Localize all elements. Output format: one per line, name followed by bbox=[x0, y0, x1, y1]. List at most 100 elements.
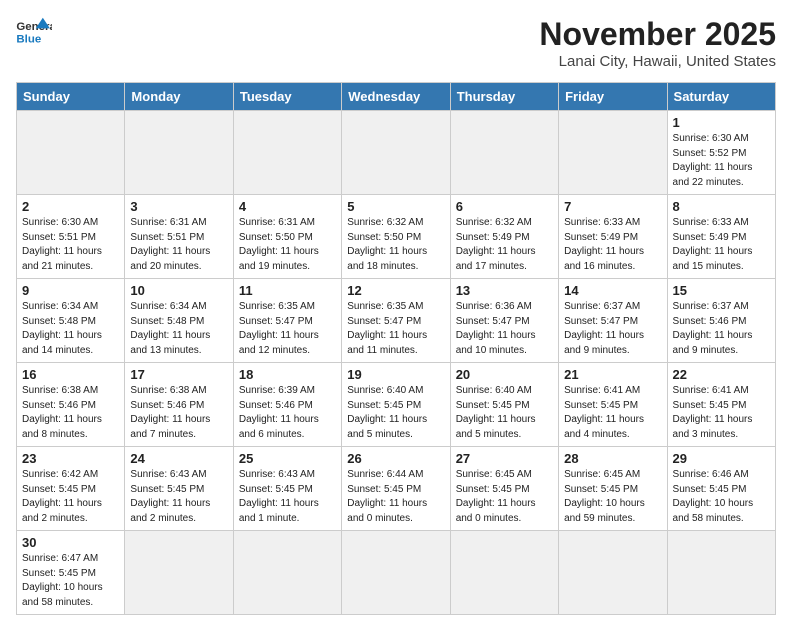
day-cell: 8Sunrise: 6:33 AM Sunset: 5:49 PM Daylig… bbox=[667, 195, 775, 279]
day-number: 2 bbox=[22, 199, 119, 214]
day-number: 3 bbox=[130, 199, 227, 214]
day-number: 21 bbox=[564, 367, 661, 382]
weekday-header-monday: Monday bbox=[125, 83, 233, 111]
day-number: 5 bbox=[347, 199, 444, 214]
day-cell: 29Sunrise: 6:46 AM Sunset: 5:45 PM Dayli… bbox=[667, 447, 775, 531]
day-cell: 2 Sunrise: 6:30 AM Sunset: 5:51 PM Daylig… bbox=[17, 195, 125, 279]
page-header: General Blue November 2025 Lanai City, H… bbox=[16, 16, 776, 70]
day-number: 26 bbox=[347, 451, 444, 466]
day-cell: 17Sunrise: 6:38 AM Sunset: 5:46 PM Dayli… bbox=[125, 363, 233, 447]
day-info: Sunrise: 6:32 AM Sunset: 5:49 PM Dayligh… bbox=[456, 216, 553, 274]
day-info: Sunrise: 6:34 AM Sunset: 5:48 PM Dayligh… bbox=[130, 300, 227, 358]
logo: General Blue bbox=[16, 16, 52, 46]
day-cell: 20 Sunrise: 6:40 AM Sunset: 5:45 PM Dayli… bbox=[450, 363, 558, 447]
day-number: 19 bbox=[347, 367, 444, 382]
day-cell: 11 Sunrise: 6:35 AM Sunset: 5:47 PM Dayli… bbox=[233, 279, 341, 363]
day-cell: 15 Sunrise: 6:37 AM Sunset: 5:46 PM Dayli… bbox=[667, 279, 775, 363]
day-info: Sunrise: 6:37 AM Sunset: 5:46 PM Dayligh… bbox=[673, 300, 770, 358]
day-info: Sunrise: 6:40 AM Sunset: 5:45 PM Dayligh… bbox=[456, 384, 553, 442]
weekday-header-wednesday: Wednesday bbox=[342, 83, 450, 111]
calendar-table: SundayMondayTuesdayWednesdayThursdayFrid… bbox=[16, 82, 776, 615]
logo-icon: General Blue bbox=[16, 16, 52, 46]
day-cell bbox=[233, 531, 341, 615]
day-info: Sunrise: 6:30 AM Sunset: 5:51 PM Dayligh… bbox=[22, 216, 119, 274]
day-info: Sunrise: 6:33 AM Sunset: 5:49 PM Dayligh… bbox=[673, 216, 770, 274]
day-cell bbox=[125, 111, 233, 195]
day-cell: 25Sunrise: 6:43 AM Sunset: 5:45 PM Dayli… bbox=[233, 447, 341, 531]
day-info: Sunrise: 6:36 AM Sunset: 5:47 PM Dayligh… bbox=[456, 300, 553, 358]
day-cell: 23Sunrise: 6:42 AM Sunset: 5:45 PM Dayli… bbox=[17, 447, 125, 531]
day-number: 20 bbox=[456, 367, 553, 382]
day-cell: 6 Sunrise: 6:32 AM Sunset: 5:49 PM Daylig… bbox=[450, 195, 558, 279]
day-cell bbox=[125, 531, 233, 615]
week-row-3: 9 Sunrise: 6:34 AM Sunset: 5:48 PM Daylig… bbox=[17, 279, 776, 363]
day-cell: 19 Sunrise: 6:40 AM Sunset: 5:45 PM Dayli… bbox=[342, 363, 450, 447]
weekday-header-friday: Friday bbox=[559, 83, 667, 111]
day-cell bbox=[667, 531, 775, 615]
day-cell: 10 Sunrise: 6:34 AM Sunset: 5:48 PM Dayli… bbox=[125, 279, 233, 363]
day-cell: 18Sunrise: 6:39 AM Sunset: 5:46 PM Dayli… bbox=[233, 363, 341, 447]
day-info: Sunrise: 6:40 AM Sunset: 5:45 PM Dayligh… bbox=[347, 384, 444, 442]
day-cell: 14 Sunrise: 6:37 AM Sunset: 5:47 PM Dayli… bbox=[559, 279, 667, 363]
day-number: 28 bbox=[564, 451, 661, 466]
day-cell: 5Sunrise: 6:32 AM Sunset: 5:50 PM Daylig… bbox=[342, 195, 450, 279]
week-row-5: 23Sunrise: 6:42 AM Sunset: 5:45 PM Dayli… bbox=[17, 447, 776, 531]
day-cell: 16 Sunrise: 6:38 AM Sunset: 5:46 PM Dayli… bbox=[17, 363, 125, 447]
day-number: 6 bbox=[456, 199, 553, 214]
title-block: November 2025 Lanai City, Hawaii, United… bbox=[539, 16, 776, 70]
week-row-2: 2 Sunrise: 6:30 AM Sunset: 5:51 PM Daylig… bbox=[17, 195, 776, 279]
day-cell: 9Sunrise: 6:34 AM Sunset: 5:48 PM Daylig… bbox=[17, 279, 125, 363]
day-info: Sunrise: 6:44 AM Sunset: 5:45 PM Dayligh… bbox=[347, 468, 444, 526]
day-info: Sunrise: 6:35 AM Sunset: 5:47 PM Dayligh… bbox=[239, 300, 336, 358]
day-cell bbox=[17, 111, 125, 195]
day-cell bbox=[450, 111, 558, 195]
day-info: Sunrise: 6:30 AM Sunset: 5:52 PM Dayligh… bbox=[673, 132, 770, 190]
day-cell: 7 Sunrise: 6:33 AM Sunset: 5:49 PM Daylig… bbox=[559, 195, 667, 279]
day-cell: 22 Sunrise: 6:41 AM Sunset: 5:45 PM Dayli… bbox=[667, 363, 775, 447]
day-info: Sunrise: 6:47 AM Sunset: 5:45 PM Dayligh… bbox=[22, 552, 119, 610]
day-number: 12 bbox=[347, 283, 444, 298]
day-number: 9 bbox=[22, 283, 119, 298]
day-number: 11 bbox=[239, 283, 336, 298]
day-cell: 24Sunrise: 6:43 AM Sunset: 5:45 PM Dayli… bbox=[125, 447, 233, 531]
day-number: 24 bbox=[130, 451, 227, 466]
day-number: 16 bbox=[22, 367, 119, 382]
day-number: 10 bbox=[130, 283, 227, 298]
month-title: November 2025 bbox=[539, 16, 776, 53]
day-number: 1 bbox=[673, 115, 770, 130]
day-cell: 26 Sunrise: 6:44 AM Sunset: 5:45 PM Dayli… bbox=[342, 447, 450, 531]
day-cell bbox=[559, 111, 667, 195]
day-info: Sunrise: 6:38 AM Sunset: 5:46 PM Dayligh… bbox=[130, 384, 227, 442]
day-number: 27 bbox=[456, 451, 553, 466]
day-info: Sunrise: 6:41 AM Sunset: 5:45 PM Dayligh… bbox=[673, 384, 770, 442]
day-info: Sunrise: 6:38 AM Sunset: 5:46 PM Dayligh… bbox=[22, 384, 119, 442]
weekday-header-sunday: Sunday bbox=[17, 83, 125, 111]
day-cell: 13Sunrise: 6:36 AM Sunset: 5:47 PM Dayli… bbox=[450, 279, 558, 363]
day-cell bbox=[233, 111, 341, 195]
location: Lanai City, Hawaii, United States bbox=[539, 53, 776, 70]
week-row-1: 1 Sunrise: 6:30 AM Sunset: 5:52 PM Daylig… bbox=[17, 111, 776, 195]
day-info: Sunrise: 6:39 AM Sunset: 5:46 PM Dayligh… bbox=[239, 384, 336, 442]
day-number: 4 bbox=[239, 199, 336, 214]
day-number: 7 bbox=[564, 199, 661, 214]
day-info: Sunrise: 6:45 AM Sunset: 5:45 PM Dayligh… bbox=[564, 468, 661, 526]
day-cell bbox=[342, 531, 450, 615]
day-cell: 3 Sunrise: 6:31 AM Sunset: 5:51 PM Daylig… bbox=[125, 195, 233, 279]
weekday-header-row: SundayMondayTuesdayWednesdayThursdayFrid… bbox=[17, 83, 776, 111]
day-info: Sunrise: 6:37 AM Sunset: 5:47 PM Dayligh… bbox=[564, 300, 661, 358]
day-cell: 21 Sunrise: 6:41 AM Sunset: 5:45 PM Dayli… bbox=[559, 363, 667, 447]
day-info: Sunrise: 6:31 AM Sunset: 5:50 PM Dayligh… bbox=[239, 216, 336, 274]
day-info: Sunrise: 6:46 AM Sunset: 5:45 PM Dayligh… bbox=[673, 468, 770, 526]
svg-text:Blue: Blue bbox=[16, 33, 41, 45]
day-info: Sunrise: 6:33 AM Sunset: 5:49 PM Dayligh… bbox=[564, 216, 661, 274]
day-cell: 12 Sunrise: 6:35 AM Sunset: 5:47 PM Dayli… bbox=[342, 279, 450, 363]
day-number: 15 bbox=[673, 283, 770, 298]
day-number: 14 bbox=[564, 283, 661, 298]
day-cell: 4 Sunrise: 6:31 AM Sunset: 5:50 PM Daylig… bbox=[233, 195, 341, 279]
day-info: Sunrise: 6:35 AM Sunset: 5:47 PM Dayligh… bbox=[347, 300, 444, 358]
day-info: Sunrise: 6:41 AM Sunset: 5:45 PM Dayligh… bbox=[564, 384, 661, 442]
day-cell: 1 Sunrise: 6:30 AM Sunset: 5:52 PM Daylig… bbox=[667, 111, 775, 195]
day-cell: 27Sunrise: 6:45 AM Sunset: 5:45 PM Dayli… bbox=[450, 447, 558, 531]
day-info: Sunrise: 6:31 AM Sunset: 5:51 PM Dayligh… bbox=[130, 216, 227, 274]
day-number: 22 bbox=[673, 367, 770, 382]
